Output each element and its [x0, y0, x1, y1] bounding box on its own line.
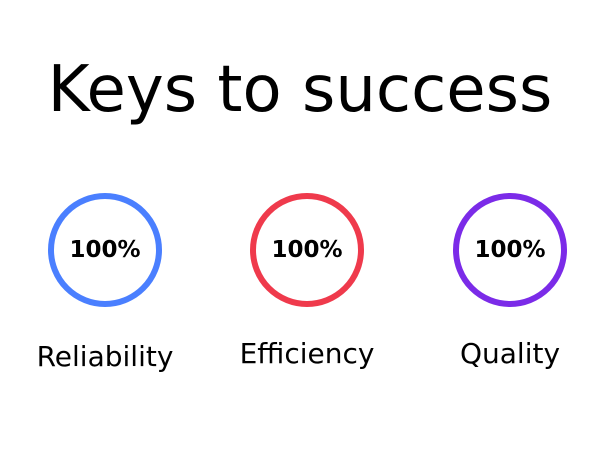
quality-label: Quality [459, 337, 561, 370]
reliability-progress-ring: 100% [48, 193, 162, 307]
efficiency-percent: 100% [271, 237, 343, 263]
efficiency-progress-ring: 100% [250, 193, 364, 307]
quality-progress-ring: 100% [453, 193, 567, 307]
reliability-label: Reliability [36, 340, 174, 373]
reliability-percent: 100% [69, 237, 141, 263]
quality-percent: 100% [474, 237, 546, 263]
efficiency-label: Efficiency [239, 337, 375, 370]
page-title: Keys to success [47, 53, 553, 127]
